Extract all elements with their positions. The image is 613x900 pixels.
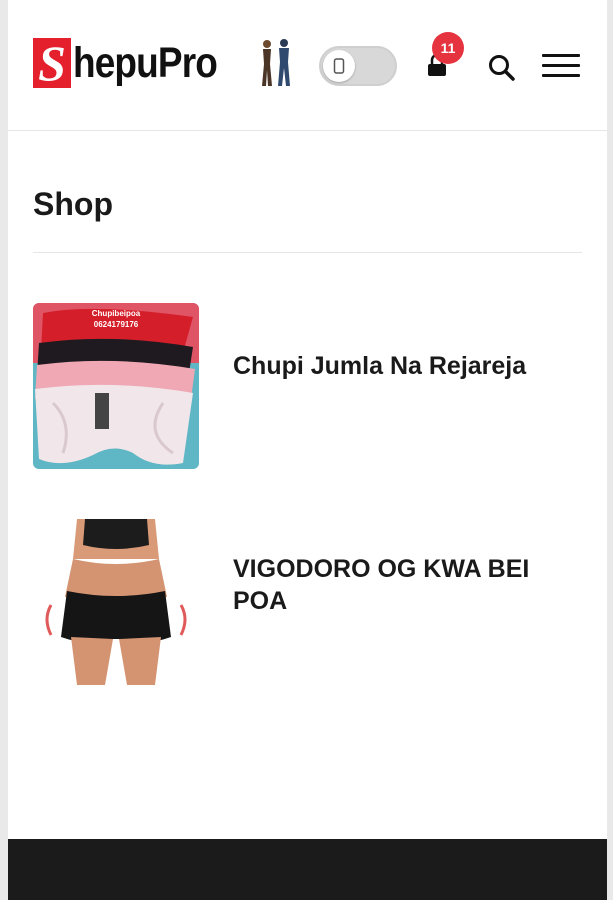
product-image[interactable]: Chupibeipoa 0624179176: [33, 303, 199, 469]
page-title: Shop: [33, 186, 113, 222]
site-header: S hepuPro 11: [8, 0, 607, 131]
theme-toggle[interactable]: [319, 46, 397, 86]
cart-count-badge: 11: [432, 32, 464, 64]
product-item[interactable]: VIGODORO OG KWA BEI POA: [33, 519, 582, 685]
phone-icon: [333, 58, 345, 74]
product-name[interactable]: Chupi Jumla Na Rejareja: [233, 350, 573, 382]
site-footer: [8, 839, 607, 900]
menu-bar: [542, 74, 580, 77]
image-caption-1: Chupibeipoa: [92, 309, 141, 318]
product-name[interactable]: VIGODORO OG KWA BEI POA: [233, 553, 573, 617]
toggle-knob: [323, 50, 355, 82]
search-button[interactable]: [487, 52, 517, 82]
menu-bar: [542, 54, 580, 57]
logo-text: hepuPro: [73, 38, 218, 88]
page-frame: S hepuPro 11 Shop Chupibeipoa 0624179176…: [8, 0, 607, 900]
product-item[interactable]: Chupibeipoa 0624179176 Chupi Jumla Na Re…: [33, 303, 582, 469]
menu-bar: [542, 64, 580, 67]
search-icon: [489, 55, 515, 81]
image-caption-2: 0624179176: [94, 320, 139, 329]
logo-letter: S: [33, 38, 71, 88]
product-image[interactable]: [33, 519, 199, 685]
logo-figures-icon: [262, 39, 290, 86]
hamburger-menu-button[interactable]: [542, 52, 582, 80]
site-logo[interactable]: S hepuPro: [33, 38, 298, 88]
title-divider: [33, 252, 582, 253]
shapewear-image: [33, 519, 199, 685]
underwear-image: Chupibeipoa 0624179176: [33, 303, 199, 469]
logo-text-rest: hepuPro: [73, 38, 218, 87]
